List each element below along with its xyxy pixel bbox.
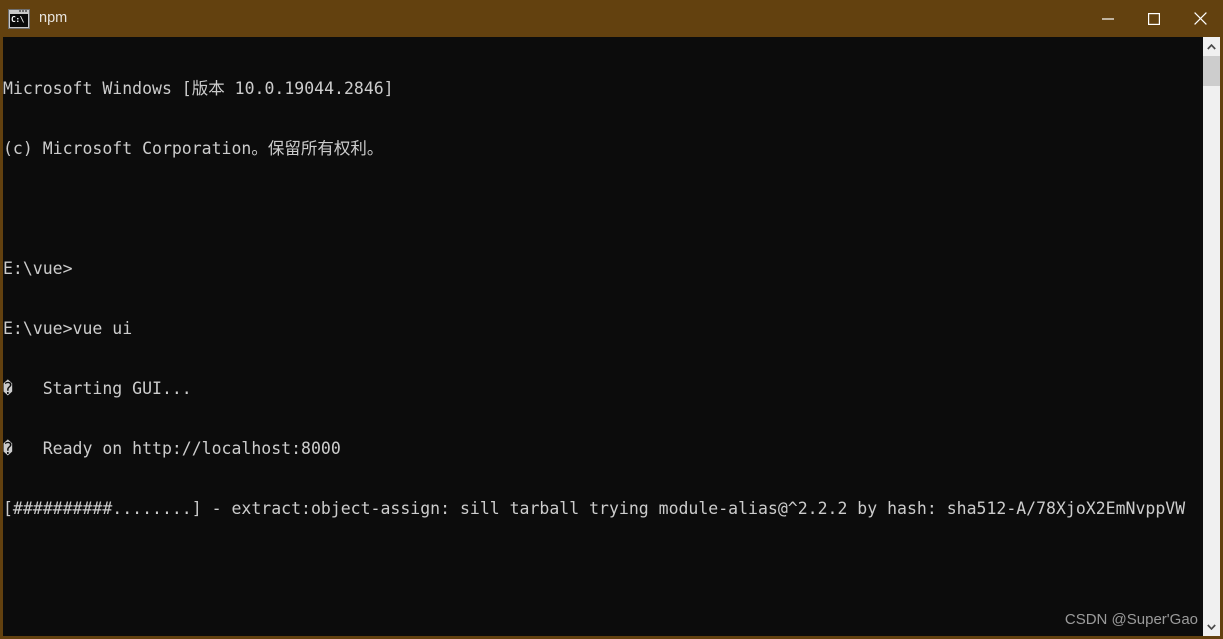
scroll-up-button[interactable] <box>1203 37 1220 56</box>
minimize-button[interactable] <box>1085 0 1131 37</box>
console-icon: C:\ <box>8 8 30 29</box>
close-button[interactable] <box>1177 0 1220 37</box>
maximize-button[interactable] <box>1131 0 1177 37</box>
console-line-progress: [##########........] - extract:object-as… <box>3 499 1186 518</box>
minimize-icon <box>1102 17 1114 20</box>
scroll-down-button[interactable] <box>1203 617 1220 636</box>
console-line: E:\vue> <box>3 259 73 278</box>
console-line: E:\vue>vue ui <box>3 319 133 338</box>
terminal-output-area[interactable]: Microsoft Windows [版本 10.0.19044.2846] (… <box>3 37 1203 636</box>
maximize-icon <box>1148 12 1160 25</box>
console-line-ready-on: � Ready on http://localhost:8000 <box>3 439 341 458</box>
scrollbar-thumb[interactable] <box>1203 56 1220 86</box>
chevron-up-icon <box>1207 43 1216 50</box>
console-icon-glyph: C:\ <box>10 13 28 27</box>
console-lines: Microsoft Windows [版本 10.0.19044.2846] (… <box>3 39 1203 559</box>
watermark-text: CSDN @Super'Gao <box>1064 611 1198 628</box>
chevron-down-icon <box>1207 623 1216 630</box>
titlebar-spacer <box>67 18 1085 19</box>
title-bar[interactable]: C:\ npm <box>3 0 1220 37</box>
console-window: C:\ npm Microsoft Windows [版本 10.0.19044… <box>0 0 1223 639</box>
console-line-starting-gui: � Starting GUI... <box>3 379 192 398</box>
close-icon <box>1193 12 1207 25</box>
vertical-scrollbar[interactable] <box>1203 37 1220 636</box>
console-line: Microsoft Windows [版本 10.0.19044.2846] <box>3 79 394 98</box>
console-line: (c) Microsoft Corporation。保留所有权利。 <box>3 139 384 158</box>
window-title: npm <box>39 10 68 26</box>
